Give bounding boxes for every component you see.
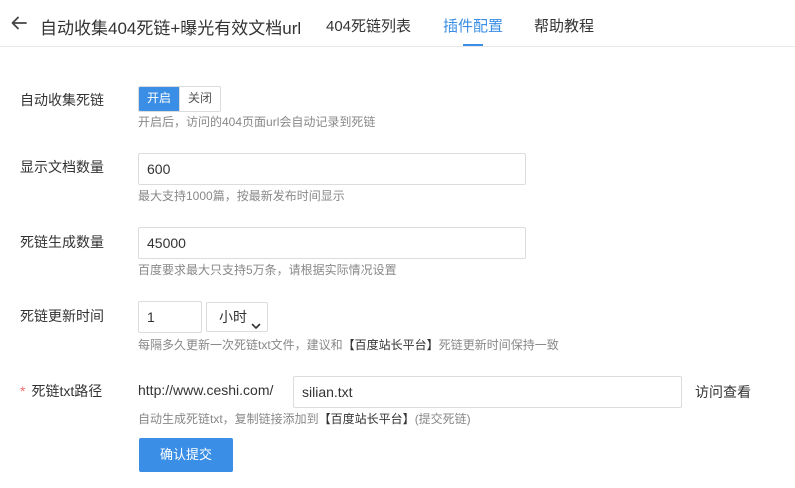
txt-path-hint-text: 自动生成死链txt，复制链接添加到 bbox=[138, 412, 319, 426]
doc-count-label: 显示文档数量 bbox=[20, 159, 104, 175]
auto-collect-on-button[interactable]: 开启 bbox=[139, 87, 180, 111]
doc-count-hint: 最大支持1000篇，按最新发布时间显示 bbox=[138, 189, 345, 203]
page-title: 自动收集404死链+曝光有效文档url bbox=[40, 19, 302, 38]
tab-deadlink-list[interactable]: 404死链列表 bbox=[326, 15, 411, 36]
update-interval-hint-text: 每隔多久更新一次死链txt文件，建议和 bbox=[138, 338, 343, 352]
update-interval-hint: 每隔多久更新一次死链txt文件，建议和【百度站长平台】死链更新时间保持一致 bbox=[138, 336, 559, 353]
tab-plugin-config[interactable]: 插件配置 bbox=[443, 15, 503, 36]
txt-path-input[interactable]: silian.txt bbox=[293, 376, 682, 408]
auto-collect-switch: 开启 关闭 bbox=[138, 86, 222, 112]
txt-path-hint-tail: (提交死链) bbox=[414, 412, 471, 426]
auto-collect-label: 自动收集死链 bbox=[20, 92, 104, 108]
txt-path-label: * 死链txt路径 bbox=[20, 381, 102, 401]
txt-path-label-text: 死链txt路径 bbox=[31, 383, 103, 399]
unit-select-value: 小时 bbox=[219, 309, 247, 325]
update-interval-input[interactable]: 1 bbox=[138, 301, 202, 333]
submit-button[interactable]: 确认提交 bbox=[139, 438, 233, 472]
auto-collect-off-button[interactable]: 关闭 bbox=[179, 87, 221, 111]
chevron-down-icon bbox=[251, 312, 261, 329]
update-interval-hint-tail: 死链更新时间保持一致 bbox=[438, 338, 559, 352]
deadlink-count-hint: 百度要求最大只支持5万条，请根据实际情况设置 bbox=[138, 263, 397, 277]
tab-help[interactable]: 帮助教程 bbox=[534, 15, 594, 36]
txt-path-hint: 自动生成死链txt，复制链接添加到【百度站长平台】(提交死链) bbox=[138, 410, 471, 427]
auto-collect-hint: 开启后，访问的404页面url会自动记录到死链 bbox=[138, 115, 376, 129]
deadlink-count-input[interactable]: 45000 bbox=[138, 227, 526, 259]
required-mark: * bbox=[20, 383, 26, 399]
update-interval-unit-select[interactable]: 小时 bbox=[206, 302, 268, 332]
top-bar: 自动收集404死链+曝光有效文档url 404死链列表 插件配置 帮助教程 bbox=[0, 0, 795, 47]
visit-link[interactable]: 访问查看 bbox=[695, 382, 751, 402]
url-prefix: http://www.ceshi.com/ bbox=[138, 382, 274, 398]
baidu-platform-link-2[interactable]: 【百度站长平台】 bbox=[319, 412, 415, 426]
active-tab-indicator bbox=[463, 44, 483, 46]
deadlink-count-label: 死链生成数量 bbox=[20, 234, 104, 250]
update-interval-label: 死链更新时间 bbox=[20, 308, 104, 324]
doc-count-input[interactable]: 600 bbox=[138, 153, 526, 185]
back-arrow-icon[interactable] bbox=[10, 14, 28, 32]
baidu-platform-link[interactable]: 【百度站长平台】 bbox=[343, 338, 439, 352]
